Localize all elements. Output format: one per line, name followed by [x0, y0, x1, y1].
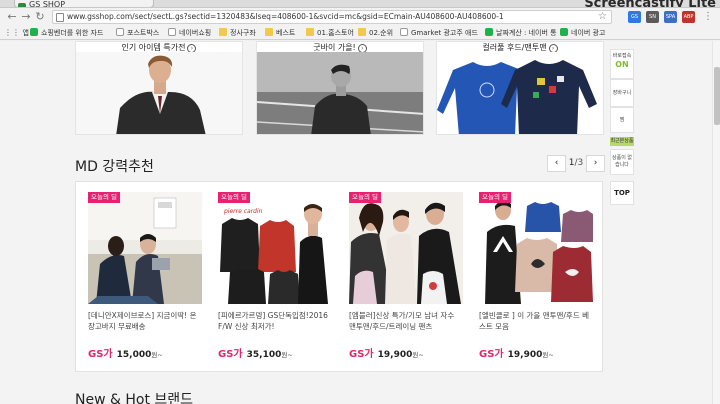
product-price: GS가 35,100원~ [218, 342, 293, 361]
product-card[interactable]: 오늘의 딜 pierre cardin [피에르가르뎅] GS단독입점!2016… [218, 192, 332, 362]
bookmark-favicon-icon [116, 28, 124, 36]
screencastify-watermark: Screencastify Lite [584, 0, 716, 8]
pager-total: 3 [577, 158, 584, 168]
bookmark-favicon-icon [168, 28, 176, 36]
brand-card-3[interactable]: 컬러풀 후드/맨투맨 › [436, 41, 604, 135]
quick-access-toggle[interactable]: 바로접속 ON [610, 49, 634, 79]
page-scrollbar[interactable] [712, 41, 720, 404]
bookmark-folder[interactable]: 01.홈스토어 [306, 27, 354, 39]
scroll-top-button[interactable]: TOP [610, 181, 634, 205]
price-unit: 원~ [151, 351, 163, 359]
gs-price-label: GS가 [218, 349, 243, 360]
price-unit: 원~ [281, 351, 293, 359]
brand-image-sweatshirts [437, 52, 603, 134]
today-deal-badge: 오늘의 딜 [88, 192, 120, 203]
price-unit: 원~ [542, 351, 554, 359]
page-content: 인기 아이템 특가전 › 굿바이 가을! › 컬러풀 후드/맨투맨 › MD 강… [0, 41, 720, 404]
tab-gsshop[interactable]: GS SHOP [14, 0, 154, 8]
address-bar[interactable]: www.gsshop.com/sect/sectL.gs?sectid=1320… [52, 10, 612, 24]
price-amount: 19,900 [507, 350, 543, 360]
pager-status: 1/3 [566, 155, 586, 172]
pierre-cardin-logo: pierre cardin [224, 208, 263, 215]
bookmark-folder[interactable]: 베스트 [265, 27, 295, 39]
url-text: www.gsshop.com/sect/sectL.gs?sectid=1320… [67, 12, 504, 21]
recent-items-label: 최근본상품 [610, 137, 634, 146]
bookmark-favicon-icon [400, 28, 408, 36]
bookmark-item[interactable]: 네이버 광고 [560, 27, 605, 39]
bookmark-folder[interactable]: 정사구좌 [219, 27, 256, 39]
product-card[interactable]: 오늘의 딜 [데니안X제이브로스] 지금이딱! 온장고바지 무료배송 GS가 15… [88, 192, 202, 362]
md-product-panel: 오늘의 딜 [데니안X제이브로스] 지금이딱! 온장고바지 무료배송 GS가 15… [75, 181, 603, 372]
product-price: GS가 19,900원~ [349, 342, 424, 361]
brand-card-2[interactable]: 굿바이 가을! › [256, 41, 424, 135]
forward-icon[interactable]: → [20, 11, 32, 23]
apps-icon: ⋮⋮ [4, 28, 23, 37]
folder-icon [306, 28, 314, 36]
price-amount: 15,000 [116, 350, 152, 360]
page-info-icon[interactable] [56, 13, 64, 22]
chevron-left-icon: ‹ [554, 158, 559, 168]
product-description[interactable]: [엘빈클로 ] 이 가을 맨투맨/후드 베스트 모음 [479, 310, 593, 332]
bookmark-favicon-icon [485, 28, 493, 36]
menu-icon[interactable]: ⋮ [702, 11, 714, 23]
product-price: GS가 15,000원~ [88, 342, 163, 361]
back-icon[interactable]: ← [6, 11, 18, 23]
wishlist-link[interactable]: 찜 [610, 107, 634, 133]
new-hot-section-title: New & Hot 브랜드 [75, 392, 194, 404]
extension-spa-icon[interactable]: SPA [664, 11, 677, 23]
browser-toolbar: ← → ↻ www.gsshop.com/sect/sectL.gs?secti… [0, 8, 720, 26]
tab-strip: GS SHOP Screencastify Lite [0, 0, 720, 8]
bookmark-folder[interactable]: 02.순위 [358, 27, 393, 39]
extension-gs-icon[interactable]: GS [628, 11, 641, 23]
extension-abp-icon[interactable]: ABP [682, 11, 695, 23]
gs-price-label: GS가 [349, 349, 374, 360]
bookmark-item[interactable]: 포스트박스 [116, 27, 159, 39]
chevron-right-icon: › [593, 158, 598, 168]
gs-price-label: GS가 [88, 349, 113, 360]
pager-next-button[interactable]: › [586, 155, 605, 172]
today-deal-badge: 오늘의 딜 [479, 192, 511, 203]
product-price: GS가 19,900원~ [479, 342, 554, 361]
brand-image-suit-model [76, 52, 242, 134]
product-image [479, 192, 593, 304]
price-amount: 35,100 [246, 350, 282, 360]
product-description[interactable]: [피에르가르뎅] GS단독입점!2016 F/W 신상 최저가! [218, 310, 332, 332]
recent-items-empty: 상품이 없습니다 [610, 149, 634, 175]
bookmark-item[interactable]: Gmarket 광고주 애드 [400, 27, 478, 39]
today-deal-badge: 오늘의 딜 [349, 192, 381, 203]
quick-access-on: ON [615, 60, 629, 69]
bookmark-favicon-icon [30, 28, 38, 36]
bookmark-apps[interactable]: ⋮⋮ 앱 [4, 27, 29, 39]
product-image [349, 192, 463, 304]
product-description[interactable]: [데니안X제이브로스] 지금이딱! 온장고바지 무료배송 [88, 310, 202, 332]
brand-image-grayscale-model [257, 52, 423, 134]
bookmark-star-icon[interactable]: ☆ [598, 11, 607, 23]
reload-icon[interactable]: ↻ [34, 11, 46, 23]
today-deal-badge: 오늘의 딜 [218, 192, 250, 203]
product-description[interactable]: [엠블러]신상 특가/기모 남녀 자수 맨투맨/후드/트레이닝 팬츠 [349, 310, 463, 332]
folder-icon [265, 28, 273, 36]
quick-access-label: 바로접속 [612, 53, 632, 59]
folder-icon [358, 28, 366, 36]
product-card[interactable]: 오늘의 딜 [엘빈클로 ] 이 가을 맨투맨/후드 베스트 모음 GS가 19,9… [479, 192, 593, 362]
gs-price-label: GS가 [479, 349, 504, 360]
bookmarks-bar: ⋮⋮ 앱 쇼핑벤더를 위한 자드 포스트박스 네이버쇼핑 정사구좌 베스트 01… [0, 26, 720, 40]
product-card[interactable]: 오늘의 딜 [엠블러]신상 특가/기모 남녀 자수 맨투맨/후드/트레이닝 팬츠… [349, 192, 463, 362]
bookmark-favicon-icon [560, 28, 568, 36]
folder-icon [219, 28, 227, 36]
product-image [88, 192, 202, 304]
bookmark-item[interactable]: 쇼핑벤더를 위한 자드 [30, 27, 103, 39]
price-unit: 원~ [412, 351, 424, 359]
pager-prev-button[interactable]: ‹ [547, 155, 566, 172]
price-amount: 19,900 [377, 350, 413, 360]
bookmark-item[interactable]: 날짜계산 : 네이버 통 [485, 27, 557, 39]
extension-sn-icon[interactable]: SN [646, 11, 659, 23]
md-section-title: MD 강력추천 [75, 159, 154, 175]
bookmark-item[interactable]: 네이버쇼핑 [168, 27, 211, 39]
tab-title: GS SHOP [29, 0, 66, 8]
brand-card-1[interactable]: 인기 아이템 특가전 › [75, 41, 243, 135]
cart-link[interactable]: 장바구니 [610, 79, 634, 107]
scrollbar-thumb[interactable] [714, 67, 720, 125]
